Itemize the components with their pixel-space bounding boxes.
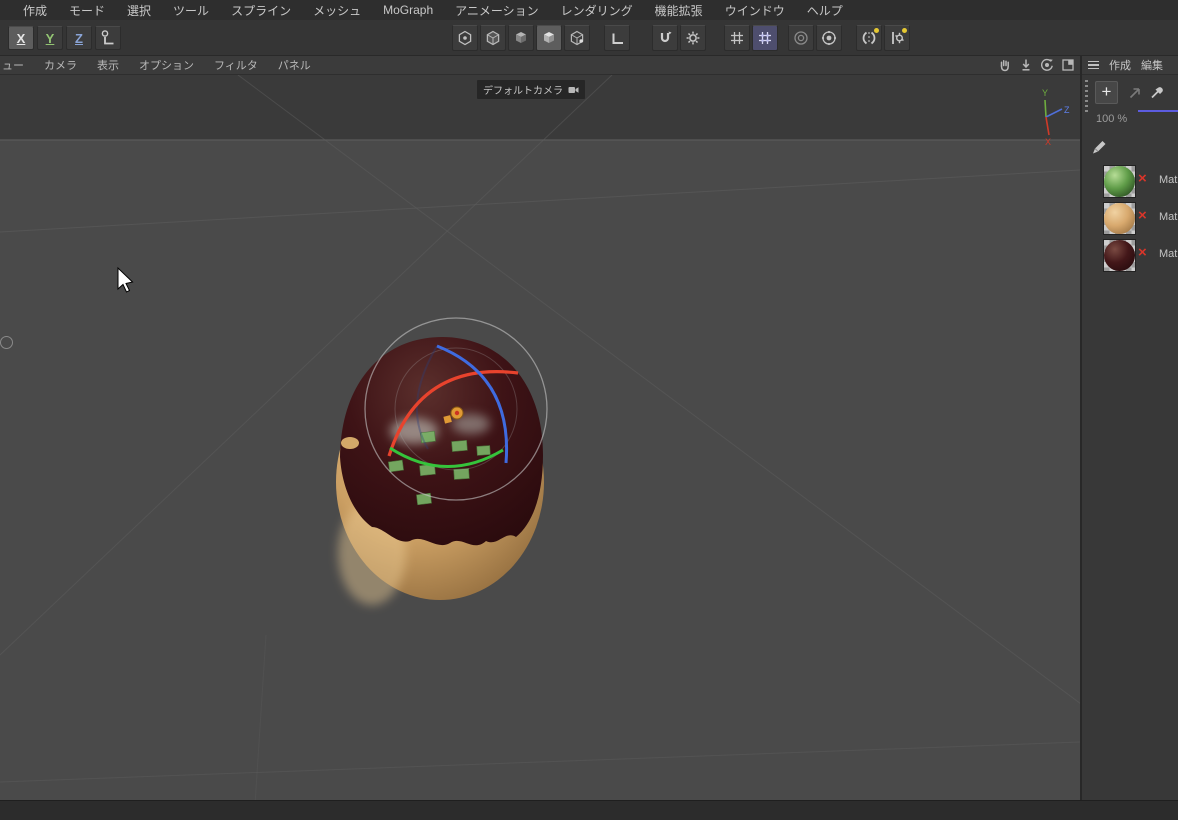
viewport[interactable]: デフォルトカメラ Y Z X: [0, 75, 1080, 800]
material-manager-panel: 作成 編集 + 100 % × Mat... ×: [1080, 56, 1178, 800]
snap-settings-gear-icon: [684, 29, 702, 47]
axis-x-label: X: [1045, 137, 1051, 147]
maximize-view-icon[interactable]: [1060, 57, 1076, 73]
tweak-badge: [902, 28, 907, 33]
material-delete-icon[interactable]: ×: [1138, 170, 1147, 187]
material-delete-icon[interactable]: ×: [1138, 244, 1147, 261]
coordinate-system-icon: [99, 29, 117, 47]
material-thumbnail-tan[interactable]: [1103, 202, 1136, 235]
viewport-menubar: ュー カメラ 表示 オプション フィルタ パネル: [0, 56, 1080, 75]
make-editable-icon: [456, 29, 474, 47]
workplane-icon: [820, 29, 838, 47]
zoom-level: 100 %: [1096, 113, 1127, 125]
texture-mode-icon: [512, 29, 530, 47]
menu-tools[interactable]: ツール: [162, 2, 220, 19]
menu-animation[interactable]: アニメーション: [444, 2, 550, 19]
material-list: × Mat... × Mat... × Mat...: [1082, 163, 1178, 274]
point-mode-icon: [568, 29, 586, 47]
model-mode-button[interactable]: [480, 25, 506, 51]
snap-button[interactable]: [652, 25, 678, 51]
material-delete-icon[interactable]: ×: [1138, 207, 1147, 224]
menu-mode[interactable]: モード: [58, 2, 116, 19]
model-mode-icon: [484, 29, 502, 47]
material-name[interactable]: Mat...: [1159, 174, 1178, 186]
symmetry-button[interactable]: [856, 25, 882, 51]
axis-lock-x[interactable]: X: [8, 26, 34, 50]
viewport-canvas[interactable]: [0, 75, 1080, 800]
camera-icon: [568, 86, 579, 94]
texture-mode-button[interactable]: [508, 25, 534, 51]
material-row[interactable]: × Mat...: [1082, 163, 1178, 200]
polygon-mode-icon: [540, 29, 558, 47]
viewport-menu-camera[interactable]: カメラ: [34, 57, 87, 73]
orbit-cursor-icon: [0, 336, 13, 349]
material-row[interactable]: × Mat...: [1082, 237, 1178, 274]
add-material-button[interactable]: +: [1095, 81, 1118, 104]
menu-spline[interactable]: スプライン: [220, 2, 302, 19]
rotate-view-icon[interactable]: [1039, 57, 1055, 73]
material-thumbnail-green[interactable]: [1103, 165, 1136, 198]
workplane-button[interactable]: [816, 25, 842, 51]
coordinate-system-button[interactable]: [95, 26, 121, 50]
enable-axis-icon: [608, 29, 626, 47]
polygon-mode-button[interactable]: [536, 25, 562, 51]
menu-mograph[interactable]: MoGraph: [372, 3, 444, 17]
point-mode-button[interactable]: [564, 25, 590, 51]
mouse-cursor: [118, 268, 133, 292]
axis-lock-y[interactable]: Y: [37, 26, 63, 50]
viewport-menu-options[interactable]: オプション: [129, 57, 204, 73]
sphere-object[interactable]: [336, 337, 544, 605]
menu-create[interactable]: 作成: [12, 2, 58, 19]
axis-lock-z[interactable]: Z: [66, 26, 92, 50]
menu-select[interactable]: 選択: [116, 2, 162, 19]
viewport-menu-display[interactable]: 表示: [87, 57, 129, 73]
material-name[interactable]: Mat...: [1159, 211, 1178, 223]
pan-view-icon[interactable]: [997, 57, 1013, 73]
load-material-icon[interactable]: [1126, 84, 1144, 102]
viewport-menu-panel[interactable]: パネル: [268, 57, 321, 73]
menu-render[interactable]: レンダリング: [550, 2, 644, 19]
workplane-grid-button[interactable]: [724, 25, 750, 51]
camera-label-text: デフォルトカメラ: [483, 82, 563, 97]
axis-indicator: Y Z X: [1022, 87, 1072, 147]
viewport-menu-view[interactable]: ュー: [0, 57, 34, 73]
axis-y-label: Y: [1042, 88, 1048, 98]
snap-magnet-icon: [656, 29, 674, 47]
make-editable-button[interactable]: [452, 25, 478, 51]
main-menubar: 作成 モード 選択 ツール スプライン メッシュ MoGraph アニメーション…: [0, 0, 1178, 20]
menu-extensions[interactable]: 機能拡張: [644, 2, 714, 19]
snap-grid-button[interactable]: [752, 25, 778, 51]
material-row[interactable]: × Mat...: [1082, 200, 1178, 237]
material-thumbnail-chocolate[interactable]: [1103, 239, 1136, 272]
locked-workplane-button[interactable]: [788, 25, 814, 51]
locked-workplane-icon: [792, 29, 810, 47]
menu-mesh[interactable]: メッシュ: [302, 2, 372, 19]
panel-menu-create[interactable]: 作成: [1109, 57, 1131, 73]
panel-menu-edit[interactable]: 編集: [1141, 57, 1163, 73]
menu-window[interactable]: ウインドウ: [714, 2, 796, 19]
material-manager-menubar: 作成 編集: [1082, 56, 1178, 75]
zoom-slider[interactable]: [1138, 110, 1178, 112]
workplane-grid-icon: [728, 29, 746, 47]
snap-grid-icon: [756, 29, 774, 47]
zoom-view-icon[interactable]: [1018, 57, 1034, 73]
material-name[interactable]: Mat...: [1159, 248, 1178, 260]
panel-menu-icon[interactable]: [1088, 61, 1099, 70]
bottom-bar: [0, 800, 1178, 820]
main-toolbar: X Y Z: [0, 20, 1178, 56]
snap-settings-button[interactable]: [680, 25, 706, 51]
axis-z-label: Z: [1064, 105, 1070, 115]
enable-axis-button[interactable]: [604, 25, 630, 51]
viewport-menu-filter[interactable]: フィルタ: [204, 57, 268, 73]
tweak-button[interactable]: [884, 25, 910, 51]
edit-material-icon[interactable]: [1090, 138, 1108, 156]
panel-drag-handle[interactable]: [1085, 80, 1088, 114]
camera-label[interactable]: デフォルトカメラ: [477, 80, 585, 99]
menu-help[interactable]: ヘルプ: [796, 2, 854, 19]
symmetry-badge: [874, 28, 879, 33]
pick-material-icon[interactable]: [1148, 81, 1168, 101]
